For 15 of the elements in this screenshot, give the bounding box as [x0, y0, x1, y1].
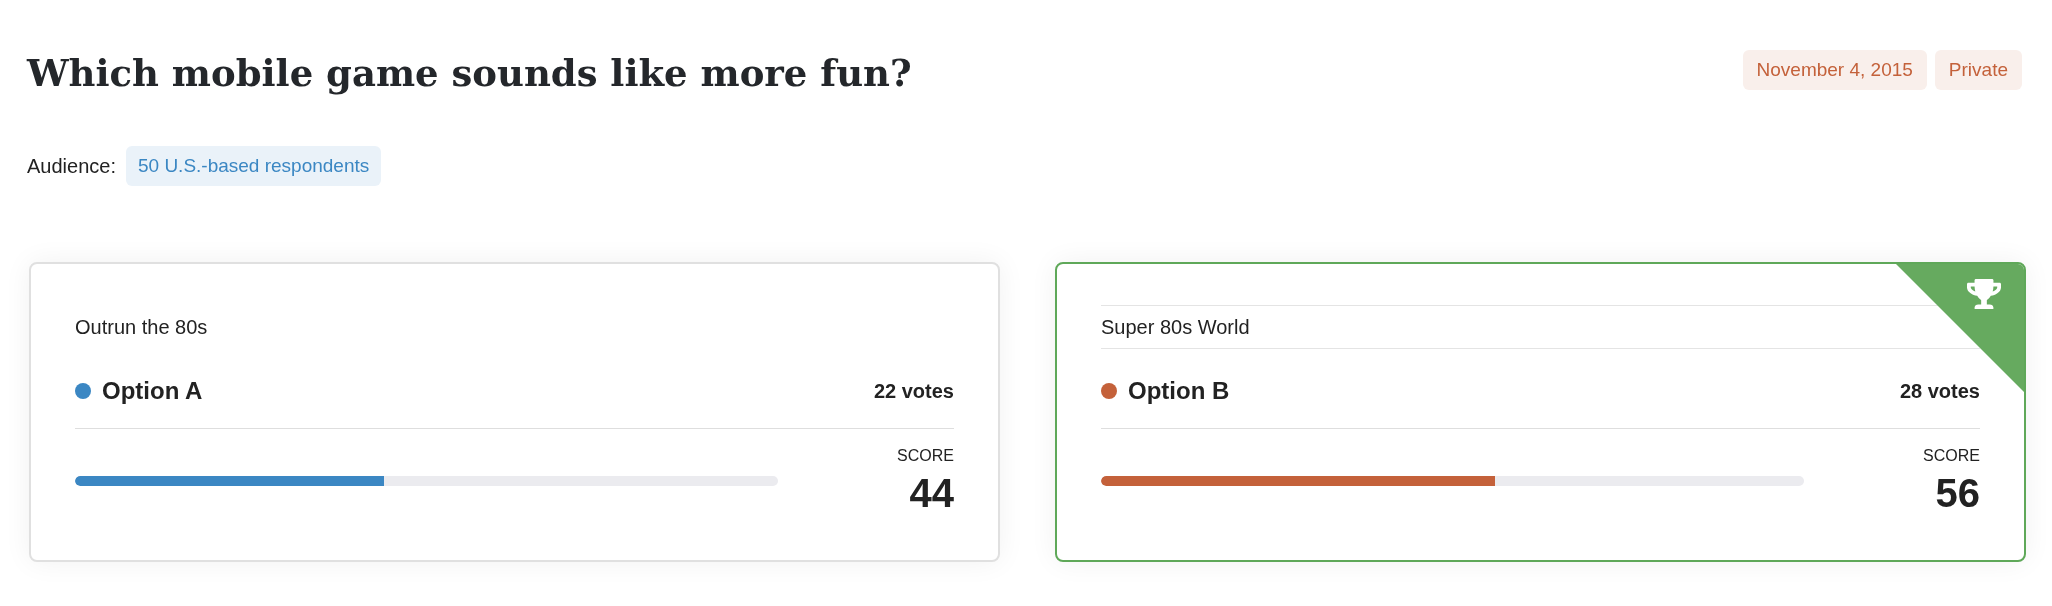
trophy-icon	[1967, 277, 2001, 311]
score-value: 44	[909, 470, 954, 516]
page-title: Which mobile game sounds like more fun?	[27, 50, 912, 96]
score-value: 56	[1935, 470, 1980, 516]
audience-tag: 50 U.S.-based respondents	[125, 146, 382, 186]
option-label: Option B	[1128, 376, 1230, 406]
audience-label: Audience:	[27, 154, 116, 179]
option-name: Outrun the 80s	[75, 315, 209, 340]
vote-count: 22 votes	[873, 379, 954, 404]
vote-count: 28 votes	[1899, 379, 1980, 404]
score-label: SCORE	[1923, 446, 1980, 466]
privacy-tag: Private	[1934, 50, 2022, 90]
date-tag: November 4, 2015	[1742, 50, 1927, 90]
option-label: Option A	[102, 376, 203, 406]
score-label: SCORE	[897, 446, 954, 466]
